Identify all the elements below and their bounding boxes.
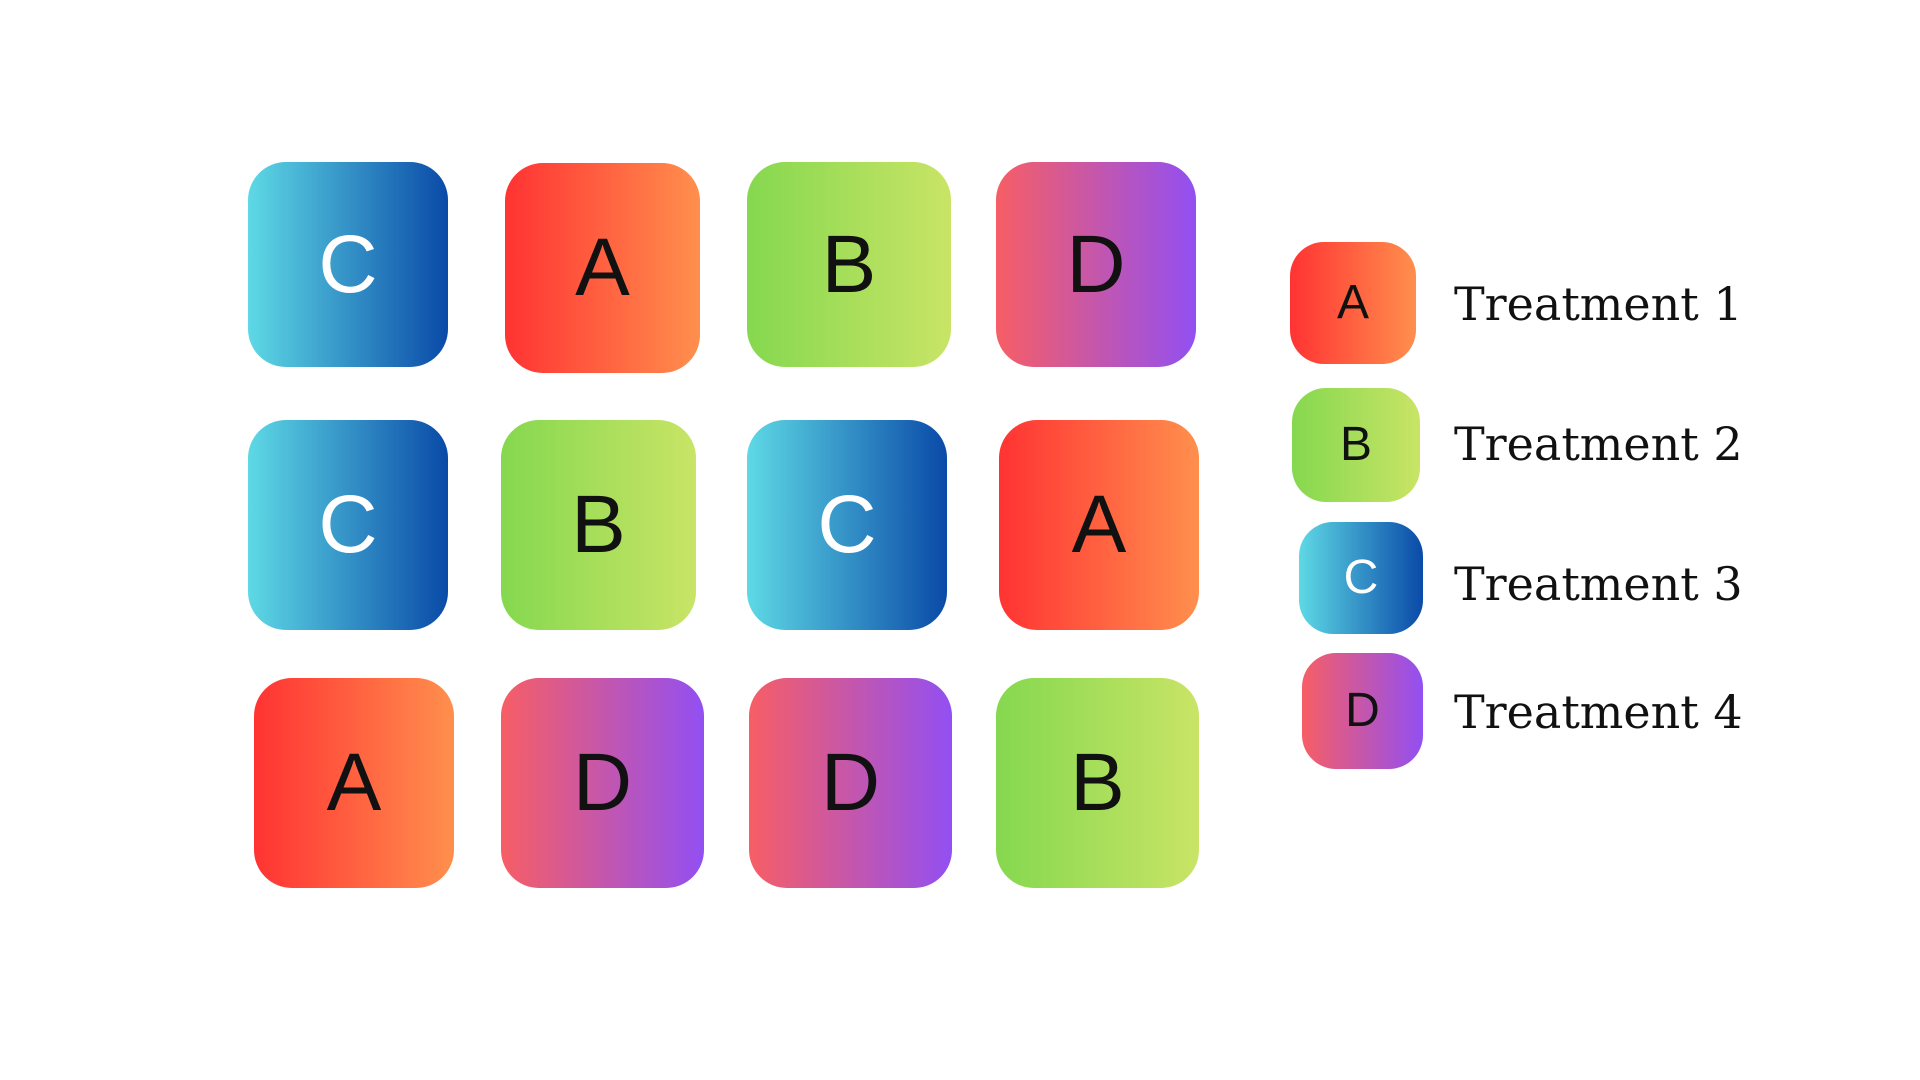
grid-cell-r2-c4: A	[999, 420, 1199, 630]
cell-letter: A	[575, 222, 630, 313]
cell-letter: D	[1066, 218, 1126, 310]
cell-letter: A	[326, 737, 382, 828]
grid-cell-r1-c4: D	[996, 162, 1196, 367]
cell-letter: C	[318, 218, 378, 310]
legend-swatch-b: B	[1292, 388, 1420, 502]
legend-swatch-letter: A	[1336, 276, 1369, 329]
legend-swatch-letter: B	[1339, 418, 1372, 471]
legend-label-treatment-4: Treatment 4	[1454, 685, 1743, 739]
cell-letter: D	[572, 737, 633, 828]
legend-swatch-letter: C	[1343, 551, 1379, 604]
legend-swatch-c: C	[1299, 522, 1423, 634]
grid-cell-r3-c4: B	[996, 678, 1199, 888]
cell-letter: C	[318, 479, 378, 570]
legend-swatch-a: A	[1290, 242, 1416, 364]
legend-label-treatment-2: Treatment 2	[1454, 417, 1743, 471]
legend-swatch-d: D	[1302, 653, 1423, 769]
grid-cell-r3-c3: D	[749, 678, 952, 888]
grid-cell-r3-c1: A	[254, 678, 454, 888]
cell-letter: A	[1071, 479, 1127, 570]
grid-cell-r1-c3: B	[747, 162, 951, 367]
cell-letter: B	[821, 218, 877, 310]
grid-cell-r1-c2: A	[505, 163, 700, 373]
grid-cell-r2-c1: C	[248, 420, 448, 630]
grid-cell-r2-c3: C	[747, 420, 947, 630]
cell-letter: B	[1070, 737, 1125, 828]
cell-letter: D	[820, 737, 881, 828]
cell-letter: C	[817, 479, 877, 570]
grid-cell-r2-c2: B	[501, 420, 696, 630]
grid-cell-r1-c1: C	[248, 162, 448, 367]
legend-label-treatment-3: Treatment 3	[1454, 557, 1743, 611]
legend-swatch-letter: D	[1345, 684, 1380, 737]
legend-label-treatment-1: Treatment 1	[1454, 277, 1743, 331]
grid-cell-r3-c2: D	[501, 678, 704, 888]
cell-letter: B	[571, 479, 626, 570]
